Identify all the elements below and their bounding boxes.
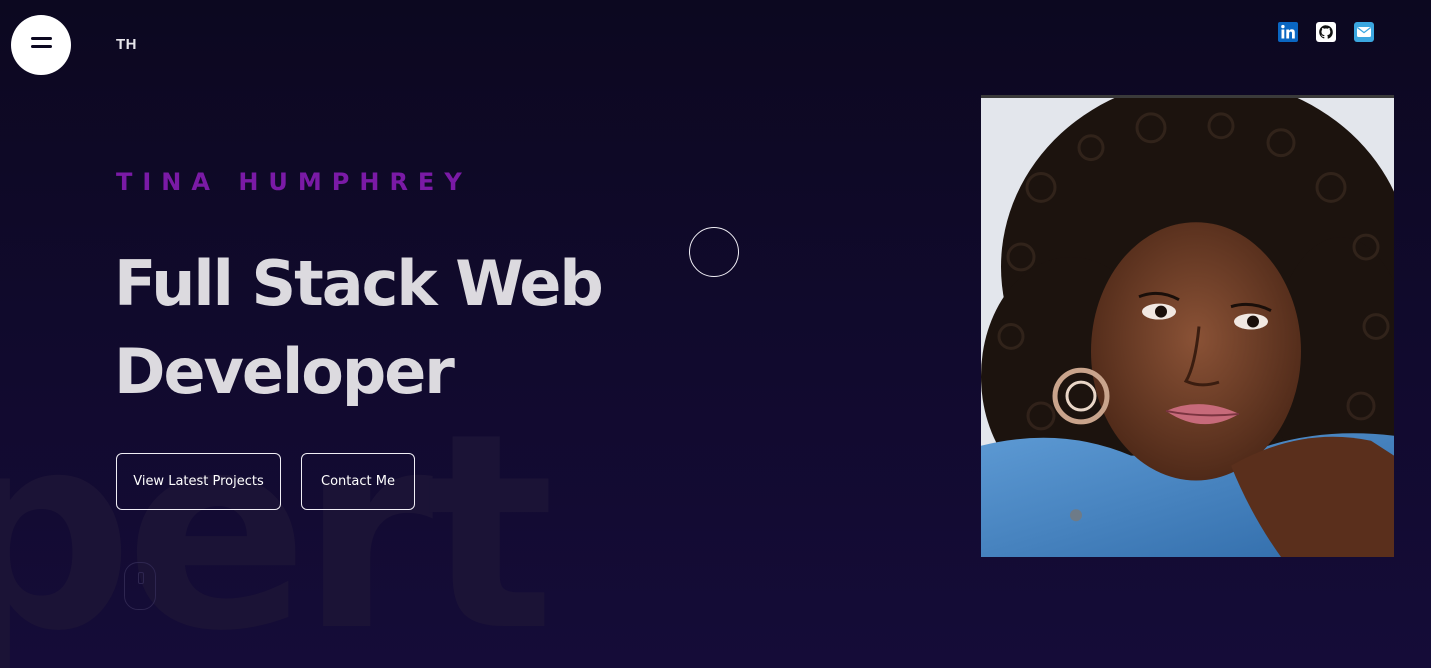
github-icon — [1316, 22, 1336, 42]
site-logo[interactable]: TH — [116, 36, 137, 53]
contact-button[interactable]: Contact Me — [301, 453, 415, 510]
email-icon — [1354, 22, 1374, 42]
page: pert TH TINA HUMPHREY Full Stack Web Dev… — [0, 0, 1431, 668]
linkedin-link[interactable] — [1278, 22, 1298, 42]
linkedin-icon — [1278, 22, 1298, 42]
hero-headline: Full Stack Web Developer — [114, 247, 604, 408]
background-word: pert — [0, 375, 555, 668]
scroll-down-icon[interactable] — [124, 562, 156, 610]
email-link[interactable] — [1354, 22, 1374, 42]
menu-button[interactable] — [11, 15, 71, 75]
github-link[interactable] — [1316, 22, 1336, 42]
hamburger-icon — [31, 37, 52, 40]
portrait-photo — [981, 95, 1394, 557]
author-name: TINA HUMPHREY — [116, 168, 472, 196]
view-projects-button[interactable]: View Latest Projects — [116, 453, 281, 510]
portrait-illustration — [981, 98, 1394, 557]
cursor-ring — [689, 227, 739, 277]
